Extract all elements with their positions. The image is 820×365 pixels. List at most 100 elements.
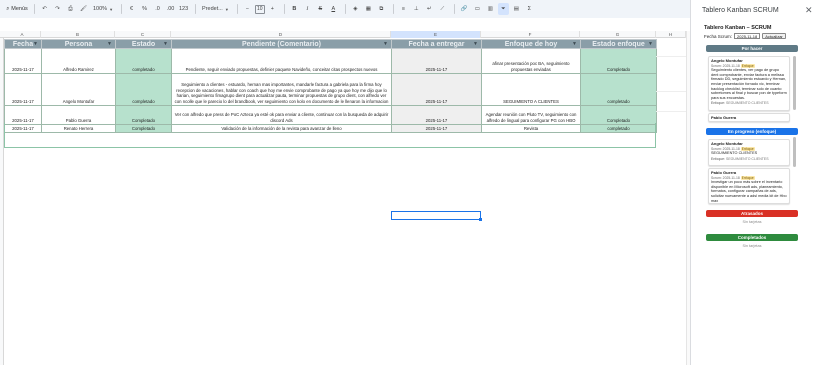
card-date: Scrum: 2025-11-18: [711, 175, 740, 180]
header-fecha-entregar[interactable]: Fecha a entregar ▼: [391, 39, 482, 49]
zoom-select[interactable]: 100% ▼: [91, 3, 115, 15]
filter-icon[interactable]: ▼: [473, 41, 478, 47]
table-cell[interactable]: Agendar reunión con Pluto TV, seguimient…: [481, 105, 581, 125]
card-date: Scrum: 2025-11-18: [711, 146, 740, 151]
horizontal-align-icon[interactable]: ≡: [398, 3, 409, 15]
decrease-decimals-button[interactable]: .0: [152, 3, 163, 15]
font-select[interactable]: Predet... ▼: [200, 3, 231, 15]
header-fecha[interactable]: Fecha ▼: [4, 39, 42, 49]
table-cell[interactable]: 2025-11-17: [391, 48, 482, 74]
filter-icon[interactable]: ▼: [648, 41, 653, 47]
merge-cells-icon[interactable]: ⧉: [376, 3, 387, 15]
table-cell[interactable]: completado: [115, 48, 172, 74]
table-cell[interactable]: 2025-11-17: [4, 105, 42, 125]
functions-button[interactable]: Σ: [524, 3, 535, 15]
fill-handle[interactable]: [479, 218, 482, 221]
header-estado[interactable]: Estado ▼: [115, 39, 172, 49]
table-cell[interactable]: Completado: [580, 48, 657, 74]
sprint-date-row: Fecha Scrum: 2025-11-18 Actualizar: [704, 33, 786, 39]
italic-button[interactable]: I: [302, 3, 313, 15]
selected-cell[interactable]: [391, 211, 482, 221]
column-scrollbar[interactable]: [793, 137, 796, 167]
table-cell[interactable]: 2025-11-17: [391, 73, 482, 106]
column-scrollbar[interactable]: [793, 56, 796, 110]
vertical-align-icon[interactable]: ⊥: [411, 3, 422, 15]
redo-icon[interactable]: ↷: [52, 3, 63, 15]
column-header-b[interactable]: B: [41, 31, 115, 38]
column-en-progreso-header: En progreso (enfoque): [706, 128, 798, 135]
menus-button[interactable]: ⌕ Menús: [6, 3, 28, 15]
header-label: Fecha a entregar: [408, 40, 465, 48]
bold-button[interactable]: B: [289, 3, 300, 15]
column-header-c[interactable]: C: [115, 31, 171, 38]
toolbar-divider: [283, 4, 285, 14]
column-header-g[interactable]: G: [580, 31, 656, 38]
filter-icon[interactable]: ▼: [572, 41, 577, 47]
column-header-d[interactable]: D: [171, 31, 391, 38]
table-empty-area[interactable]: [4, 123, 656, 148]
filter-icon[interactable]: ⏷: [497, 3, 509, 15]
gridline: [656, 56, 690, 57]
kanban-card[interactable]: Pablo Guerra Scrum: 2025-11-18 Enfoque In…: [708, 168, 790, 204]
header-estado-enfoque[interactable]: Estado enfoque ▼: [580, 39, 657, 49]
text-rotation-icon[interactable]: ⟋: [437, 3, 448, 15]
header-enfoque[interactable]: Enfoque de hoy ▼: [481, 39, 581, 49]
table-cell[interactable]: 2025-11-17: [4, 73, 42, 106]
currency-button[interactable]: €: [126, 3, 137, 15]
table-cell[interactable]: 2025-11-17: [4, 48, 42, 74]
kanban-card[interactable]: Angelo Montufar Scrum: 2025-11-18 Enfoque…: [708, 56, 790, 111]
column-header-a[interactable]: A: [4, 31, 41, 38]
header-pendiente[interactable]: Pendiente (Comentario) ▼: [171, 39, 392, 49]
table-cell[interactable]: Pendiente, seguir enviado propuestas, de…: [171, 48, 392, 74]
text-color-button[interactable]: A: [328, 3, 339, 15]
print-icon[interactable]: ⎙: [65, 3, 76, 15]
table-cell[interactable]: Ver con alfredo que press de PoC Azteca …: [171, 105, 392, 125]
decrease-font-size-button[interactable]: −: [242, 3, 253, 15]
column-header-h[interactable]: H: [656, 31, 686, 38]
column-header-e[interactable]: E: [391, 31, 481, 38]
table-cell[interactable]: Alfredo Ramirez: [41, 48, 116, 74]
increase-font-size-button[interactable]: +: [267, 3, 278, 15]
header-persona[interactable]: Persona ▼: [41, 39, 116, 49]
table-cell[interactable]: afinar presentación poc BA, seguimiento …: [481, 48, 581, 74]
filter-icon[interactable]: ▼: [33, 41, 38, 47]
kanban-card[interactable]: Pablo Guerra: [708, 113, 790, 122]
table-cell[interactable]: SEGUIMIENTO A CLIENTES: [481, 73, 581, 106]
close-icon[interactable]: ✕: [805, 5, 813, 16]
undo-icon[interactable]: ↶: [39, 3, 50, 15]
insert-chart-icon[interactable]: ▥: [485, 3, 496, 15]
increase-decimals-button[interactable]: .00: [165, 3, 176, 15]
table-cell[interactable]: Completado: [115, 105, 172, 125]
text-wrap-icon[interactable]: ↵: [424, 3, 435, 15]
column-header-f[interactable]: F: [481, 31, 580, 38]
borders-icon[interactable]: ▦: [363, 3, 374, 15]
toolbar-divider: [195, 4, 197, 14]
fill-color-icon[interactable]: ◈: [350, 3, 361, 15]
strikethrough-button[interactable]: S: [315, 3, 326, 15]
kanban-card[interactable]: Angelo Montufar Scrum: 2025-11-18 Enfoque…: [708, 139, 790, 166]
table-cell[interactable]: completado: [115, 73, 172, 106]
filter-views-icon[interactable]: ▤: [511, 3, 522, 15]
card-focus: Enfoque: SEGUIMIENTO CLIENTES: [711, 157, 787, 162]
filter-icon[interactable]: ▼: [107, 41, 112, 47]
refresh-button[interactable]: Actualizar: [762, 33, 786, 39]
table-cell[interactable]: Seguimiento a clientes - estuardo, herna…: [171, 73, 392, 106]
paint-format-icon[interactable]: 🖌: [78, 3, 89, 15]
scrum-table: Fecha ▼ Persona ▼ Estado ▼ Pendiente (Comen…: [4, 39, 657, 134]
table-cell[interactable]: completado: [580, 73, 657, 106]
sprint-date-input[interactable]: 2025-11-18: [734, 33, 761, 39]
filter-icon[interactable]: ▼: [163, 41, 168, 47]
filter-icon[interactable]: ▼: [383, 41, 388, 47]
number-format-button[interactable]: 123: [178, 3, 189, 15]
font-size-input[interactable]: 10: [254, 4, 265, 14]
table-cell[interactable]: Pablo Guerra: [41, 105, 116, 125]
toolbar-divider: [121, 4, 123, 14]
table-cell[interactable]: Completado: [580, 105, 657, 125]
table-cell[interactable]: 2025-11-17: [391, 105, 482, 125]
insert-comment-icon[interactable]: ▭: [472, 3, 483, 15]
toolbar-divider: [453, 4, 455, 14]
insert-link-icon[interactable]: 🔗: [459, 3, 470, 15]
table-cell[interactable]: Angelo Montufar: [41, 73, 116, 106]
percent-button[interactable]: %: [139, 3, 150, 15]
spreadsheet-grid[interactable]: A B C D E F G H Fecha ▼ Persona ▼ Estado ▼ …: [0, 31, 690, 365]
